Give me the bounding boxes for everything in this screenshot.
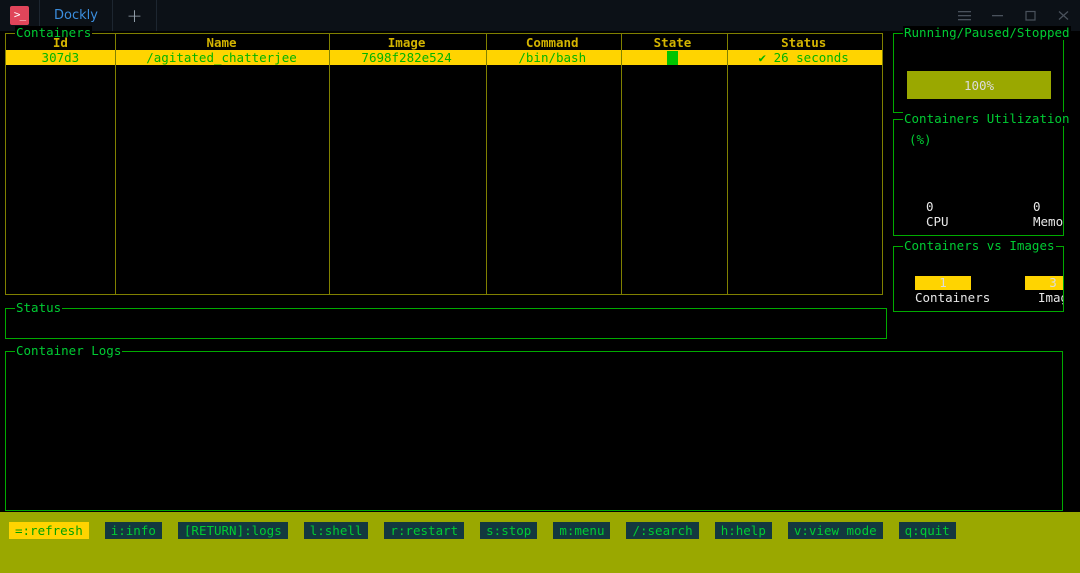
footer-key-h-help[interactable]: h:help bbox=[714, 522, 772, 539]
running-percentage-label: 100% bbox=[963, 77, 995, 93]
containers-vs-images-chart: 1 Containers 3 Imag bbox=[894, 247, 1063, 311]
memory-utilization-value: 0 bbox=[1033, 199, 1041, 214]
column-header-state[interactable]: State bbox=[620, 35, 726, 50]
cell-status: ✔ 26 seconds bbox=[758, 50, 849, 65]
hamburger-icon bbox=[958, 11, 971, 21]
column-divider-2 bbox=[329, 34, 330, 294]
memory-utilization-label: Memo bbox=[1033, 214, 1064, 229]
cell-name: /agitated_chatterjee bbox=[146, 50, 297, 65]
container-logs-panel-title: Container Logs bbox=[15, 343, 123, 358]
column-header-id[interactable]: Id bbox=[6, 35, 115, 50]
cell-state bbox=[620, 50, 726, 65]
memory-utilization-metric: 0 Memo bbox=[1033, 199, 1063, 229]
footer-key-search[interactable]: /:search bbox=[626, 522, 699, 539]
chart-bar-containers-value: 1 bbox=[915, 276, 971, 290]
status-panel: Status bbox=[5, 301, 887, 339]
footer-key-v-view-mode[interactable]: v:view mode bbox=[787, 522, 883, 539]
containers-utilization-panel: Containers Utilization (%) 0 CPU 0 Memo bbox=[893, 112, 1071, 236]
tab-dockly-label: Dockly bbox=[54, 8, 98, 23]
column-divider-1 bbox=[115, 34, 116, 294]
cpu-utilization-label: CPU bbox=[926, 214, 949, 229]
column-divider-3 bbox=[486, 34, 487, 294]
footer-key-r-restart[interactable]: r:restart bbox=[384, 522, 465, 539]
new-tab-button[interactable]: + bbox=[113, 0, 157, 31]
chart-bar-images-value: 3 bbox=[1025, 276, 1063, 290]
chart-bar-images: 3 Imag bbox=[1025, 276, 1063, 305]
status-panel-text bbox=[6, 309, 886, 321]
dockly-terminal-window: >_ Dockly + Containers Id Name Image Com… bbox=[0, 0, 1080, 573]
column-divider-4 bbox=[621, 34, 622, 294]
column-header-command[interactable]: Command bbox=[485, 35, 620, 50]
footer-key-return-logs[interactable]: [RETURN]:logs bbox=[177, 522, 288, 539]
cpu-utilization-metric: 0 CPU bbox=[926, 199, 949, 229]
maximize-icon bbox=[1025, 10, 1036, 21]
terminal-prompt-glyph: >_ bbox=[13, 8, 26, 21]
table-header-row: Id Name Image Command State Status bbox=[6, 35, 882, 50]
running-paused-stopped-panel: Running/Paused/Stopped 100% bbox=[893, 26, 1071, 113]
containers-panel: Containers Id Name Image Command State S… bbox=[5, 26, 883, 295]
footer-key-list: =:refresh i:info [RETURN]:logs l:shell r:res… bbox=[9, 522, 972, 539]
containers-utilization-subtitle: (%) bbox=[909, 132, 932, 147]
chart-bar-containers: 1 Containers bbox=[915, 276, 991, 305]
cpu-utilization-value: 0 bbox=[926, 199, 934, 214]
containers-vs-images-panel: Containers vs Images 1 Containers 3 Imag bbox=[893, 239, 1064, 312]
footer-key-refresh[interactable]: =:refresh bbox=[9, 522, 89, 539]
column-header-image[interactable]: Image bbox=[328, 35, 485, 50]
close-icon bbox=[1058, 11, 1069, 20]
plus-icon: + bbox=[126, 4, 143, 27]
footer-key-i-info[interactable]: i:info bbox=[104, 522, 162, 539]
cell-image: 7698f282e524 bbox=[361, 50, 452, 65]
running-percentage-bar: 100% bbox=[907, 71, 1051, 99]
column-divider-5 bbox=[727, 34, 728, 294]
footer-key-q-quit[interactable]: q:quit bbox=[898, 522, 956, 539]
footer-key-l-shell[interactable]: l:shell bbox=[303, 522, 369, 539]
footer-keybar: =:refresh i:info [RETURN]:logs l:shell r:res… bbox=[0, 512, 1080, 573]
minimize-icon bbox=[992, 15, 1003, 17]
column-header-status[interactable]: Status bbox=[725, 35, 882, 50]
container-logs-panel[interactable]: Container Logs bbox=[5, 344, 1063, 511]
cell-command: /bin/bash bbox=[518, 50, 587, 65]
footer-key-s-stop[interactable]: s:stop bbox=[480, 522, 538, 539]
state-running-indicator bbox=[666, 50, 678, 65]
container-logs-text bbox=[6, 352, 1062, 364]
running-paused-stopped-title: Running/Paused/Stopped bbox=[903, 25, 1071, 40]
title-bar-spacer bbox=[157, 0, 948, 31]
cell-id: 307d3 bbox=[41, 50, 80, 65]
containers-utilization-title: Containers Utilization bbox=[903, 111, 1071, 126]
footer-key-m-menu[interactable]: m:menu bbox=[553, 522, 611, 539]
containers-table[interactable]: Id Name Image Command State Status 307d3… bbox=[6, 34, 882, 294]
chart-bar-containers-label: Containers bbox=[915, 290, 991, 305]
terminal-prompt-icon: >_ bbox=[10, 6, 29, 25]
table-row[interactable]: 307d3 /agitated_chatterjee 7698f282e524 … bbox=[6, 50, 882, 65]
column-header-name[interactable]: Name bbox=[115, 35, 329, 50]
chart-bar-images-label: Imag bbox=[1037, 290, 1063, 305]
status-panel-title: Status bbox=[15, 300, 63, 315]
